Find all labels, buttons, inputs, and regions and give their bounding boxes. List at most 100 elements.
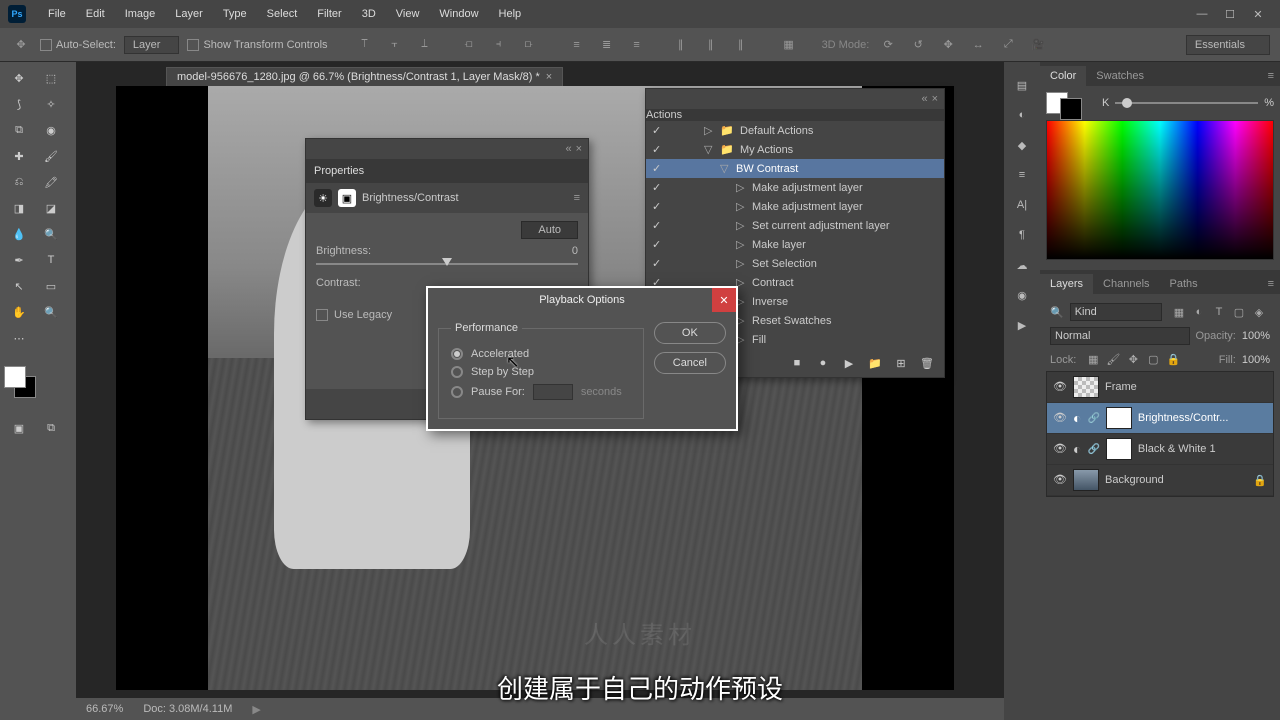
menu-image[interactable]: Image bbox=[115, 4, 166, 24]
layer-filter-dropdown[interactable]: Kind bbox=[1070, 303, 1162, 321]
lock-paint-icon[interactable]: 🖌 bbox=[1106, 353, 1120, 366]
healing-brush-tool[interactable]: ✚ bbox=[4, 144, 34, 168]
play-icon[interactable]: ▶ bbox=[842, 357, 856, 370]
brush-tool[interactable]: 🖌 bbox=[36, 144, 66, 168]
filter-pixel-icon[interactable]: ▦ bbox=[1172, 306, 1186, 319]
color-K-slider[interactable] bbox=[1115, 102, 1258, 104]
zoom-level[interactable]: 66.67% bbox=[86, 703, 123, 715]
layer-item[interactable]: 👁◐🔗Black & White 1 bbox=[1047, 434, 1273, 465]
roll-3d-icon[interactable]: ↺ bbox=[907, 34, 929, 56]
minimize-button[interactable]: — bbox=[1188, 4, 1216, 24]
move-tool[interactable]: ✥ bbox=[4, 66, 34, 90]
fg-bg-color[interactable] bbox=[4, 366, 36, 398]
eyedropper-tool[interactable]: ◉ bbox=[36, 118, 66, 142]
layer-item[interactable]: 👁Frame bbox=[1047, 372, 1273, 403]
action-row[interactable]: ✓▽BW Contrast bbox=[646, 159, 944, 178]
visibility-toggle[interactable]: 👁 bbox=[1053, 380, 1067, 394]
lock-all-icon[interactable]: 🔒 bbox=[1166, 353, 1180, 366]
menu-select[interactable]: Select bbox=[257, 4, 308, 24]
align-top-icon[interactable]: ⟙ bbox=[354, 34, 376, 56]
filter-type-icon[interactable]: T bbox=[1212, 306, 1226, 319]
dist-hcenter-icon[interactable]: ∥ bbox=[700, 34, 722, 56]
record-icon[interactable]: ● bbox=[816, 357, 830, 369]
menu-window[interactable]: Window bbox=[429, 4, 488, 24]
align-left-icon[interactable]: ⟤ bbox=[458, 34, 480, 56]
action-row[interactable]: ✓▷Set current adjustment layer bbox=[646, 216, 944, 235]
magic-wand-tool[interactable]: ✧ bbox=[36, 92, 66, 116]
collapse-icon[interactable]: « bbox=[565, 143, 571, 155]
blur-tool[interactable]: 💧 bbox=[4, 222, 34, 246]
fill-value[interactable]: 100% bbox=[1242, 354, 1270, 366]
align-vcenter-icon[interactable]: ⫟ bbox=[384, 34, 406, 56]
auto-select-checkbox[interactable]: Auto-Select: bbox=[40, 39, 116, 51]
delete-action-icon[interactable]: 🗑 bbox=[920, 357, 934, 370]
dist-top-icon[interactable]: ≡ bbox=[566, 34, 588, 56]
menu-help[interactable]: Help bbox=[489, 4, 532, 24]
dialog-titlebar[interactable]: Playback Options ✕ bbox=[428, 288, 736, 312]
type-tool[interactable]: T bbox=[36, 248, 66, 272]
align-right-icon[interactable]: ⟥ bbox=[518, 34, 540, 56]
document-tab[interactable]: model-956676_1280.jpg @ 66.7% (Brightnes… bbox=[166, 67, 563, 86]
action-row[interactable]: ✓▷Make layer bbox=[646, 235, 944, 254]
swatches-tab[interactable]: Swatches bbox=[1086, 66, 1154, 86]
action-row[interactable]: ✓▽📁My Actions bbox=[646, 140, 944, 159]
accelerated-radio[interactable]: Accelerated bbox=[451, 348, 631, 360]
action-row[interactable]: ✓▷Make adjustment layer bbox=[646, 197, 944, 216]
swatches-icon[interactable]: ◉ bbox=[1011, 284, 1033, 306]
marquee-tool[interactable]: ⬚ bbox=[36, 66, 66, 90]
crop-tool[interactable]: ⧉ bbox=[4, 118, 34, 142]
color-tab[interactable]: Color bbox=[1040, 66, 1086, 86]
align-hcenter-icon[interactable]: ⫞ bbox=[488, 34, 510, 56]
new-set-icon[interactable]: 📁 bbox=[868, 357, 882, 370]
actions-titlebar[interactable]: «× bbox=[646, 89, 944, 109]
slide-3d-icon[interactable]: ↔ bbox=[967, 34, 989, 56]
close-tab-icon[interactable]: × bbox=[546, 71, 552, 83]
auto-align-icon[interactable]: ▦ bbox=[778, 34, 800, 56]
pen-tool[interactable]: ✒ bbox=[4, 248, 34, 272]
action-row[interactable]: ✓▷📁Default Actions bbox=[646, 121, 944, 140]
dodge-tool[interactable]: 🔍 bbox=[36, 222, 66, 246]
eraser-tool[interactable]: ◨ bbox=[4, 196, 34, 220]
action-row[interactable]: ✓▷Make adjustment layer bbox=[646, 178, 944, 197]
quick-mask-toggle[interactable]: ▣ bbox=[4, 416, 34, 440]
color-panel-menu-icon[interactable]: ≡ bbox=[1262, 66, 1280, 86]
cancel-button[interactable]: Cancel bbox=[654, 352, 726, 374]
lasso-tool[interactable]: ⟆ bbox=[4, 92, 34, 116]
align-bottom-icon[interactable]: ⟘ bbox=[414, 34, 436, 56]
visibility-toggle[interactable]: 👁 bbox=[1053, 442, 1067, 456]
scale-3d-icon[interactable]: ⤢ bbox=[997, 34, 1019, 56]
close-icon[interactable]: × bbox=[932, 93, 938, 105]
layer-item[interactable]: 👁Background🔒 bbox=[1047, 465, 1273, 496]
step-by-step-radio[interactable]: Step by Step bbox=[451, 366, 631, 378]
gradient-tool[interactable]: ◪ bbox=[36, 196, 66, 220]
brightness-slider[interactable] bbox=[316, 263, 578, 265]
zoom-tool[interactable]: 🔍 bbox=[36, 300, 66, 324]
properties-titlebar[interactable]: «× bbox=[306, 139, 588, 159]
close-button[interactable]: ✕ bbox=[1244, 4, 1272, 24]
color-bg-swatch[interactable] bbox=[1060, 98, 1082, 120]
auto-select-target-dropdown[interactable]: Layer bbox=[124, 36, 180, 54]
orbit-3d-icon[interactable]: ⟳ bbox=[877, 34, 899, 56]
pause-for-radio[interactable]: Pause For:seconds bbox=[451, 384, 631, 400]
dist-right-icon[interactable]: ∥ bbox=[730, 34, 752, 56]
search-icon[interactable]: 🔍 bbox=[1050, 306, 1064, 319]
camera-3d-icon[interactable]: 🎥 bbox=[1027, 34, 1049, 56]
visibility-toggle[interactable]: 👁 bbox=[1053, 411, 1067, 425]
clone-stamp-tool[interactable]: ⎌ bbox=[4, 170, 34, 194]
edit-toolbar[interactable]: ⋯ bbox=[4, 326, 34, 350]
layers-tab[interactable]: Layers bbox=[1040, 274, 1093, 294]
lock-trans-icon[interactable]: ▦ bbox=[1086, 353, 1100, 366]
hand-tool[interactable]: ✋ bbox=[4, 300, 34, 324]
stop-icon[interactable]: ■ bbox=[790, 357, 804, 369]
dist-vcenter-icon[interactable]: ≣ bbox=[596, 34, 618, 56]
layer-item[interactable]: 👁◐🔗Brightness/Contr... bbox=[1047, 403, 1273, 434]
action-row[interactable]: ✓▷Set Selection bbox=[646, 254, 944, 273]
blend-mode-dropdown[interactable]: Normal bbox=[1050, 327, 1190, 345]
screen-mode-toggle[interactable]: ⧉ bbox=[36, 416, 66, 440]
menu-view[interactable]: View bbox=[386, 4, 430, 24]
actions-shortcut-icon[interactable]: ▶ bbox=[1011, 314, 1033, 336]
menu-layer[interactable]: Layer bbox=[165, 4, 213, 24]
cloud-icon[interactable]: ☁ bbox=[1011, 254, 1033, 276]
pan-3d-icon[interactable]: ✥ bbox=[937, 34, 959, 56]
new-action-icon[interactable]: ⊞ bbox=[894, 357, 908, 370]
